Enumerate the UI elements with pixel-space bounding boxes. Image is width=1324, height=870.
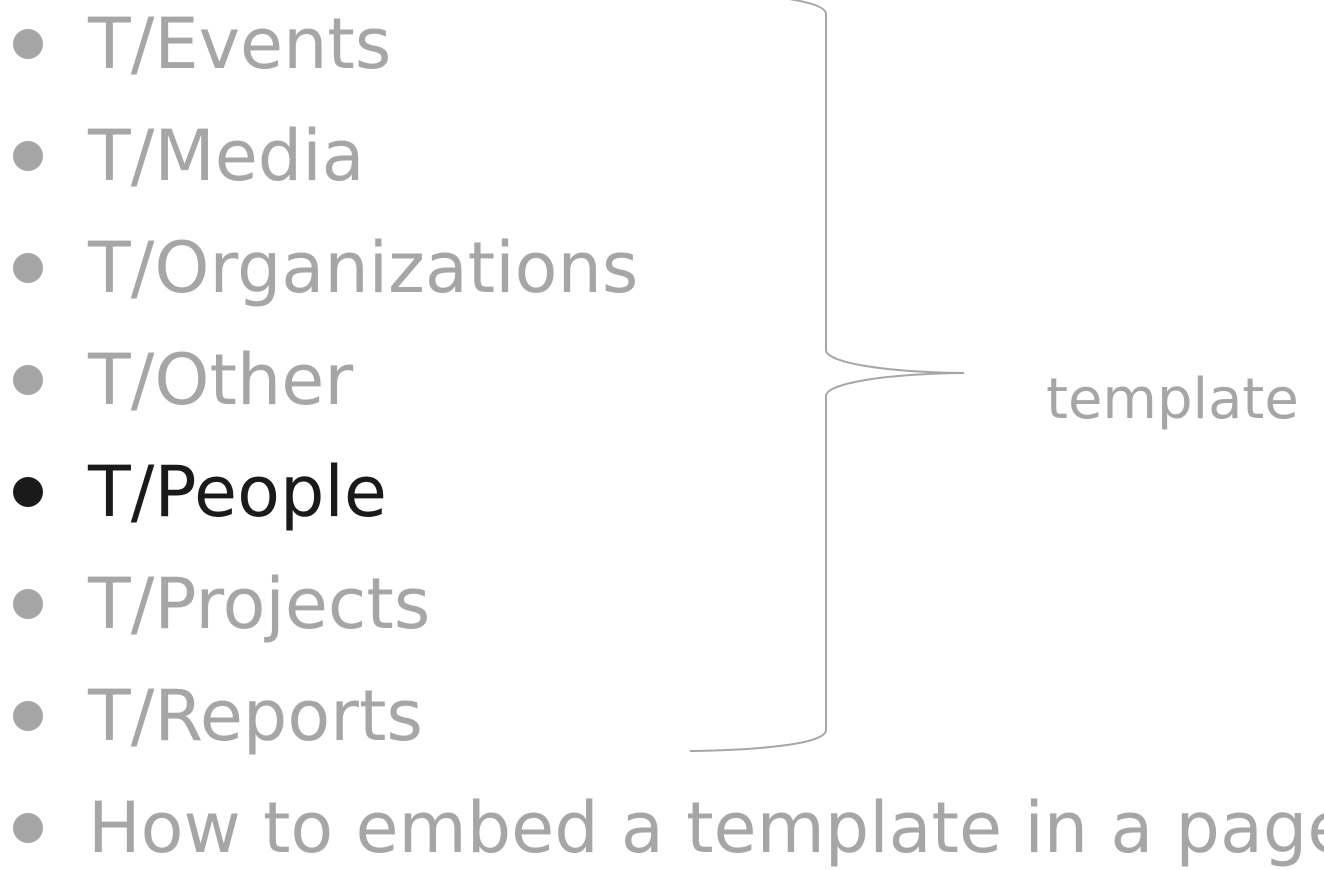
item-label: T/People: [88, 451, 387, 533]
item-label: T/Media: [88, 115, 365, 197]
brace-label: template: [1046, 367, 1299, 432]
item-label: T/Other: [88, 339, 354, 421]
bullet-icon: [13, 477, 43, 507]
item-label: T/Reports: [88, 675, 423, 757]
item-label: T/Events: [88, 3, 392, 85]
item-label: T/Projects: [88, 563, 431, 645]
bullet-icon: [13, 701, 43, 731]
bullet-icon: [13, 141, 43, 171]
bullet-icon: [13, 29, 43, 59]
brace-path: [689, 0, 965, 752]
bullet-icon: [13, 813, 43, 843]
bullet-icon: [13, 589, 43, 619]
item-label: T/Organizations: [88, 227, 639, 309]
item-label: How to embed a template in a page: [88, 787, 1324, 869]
bullet-icon: [13, 365, 43, 395]
bullet-icon: [13, 253, 43, 283]
